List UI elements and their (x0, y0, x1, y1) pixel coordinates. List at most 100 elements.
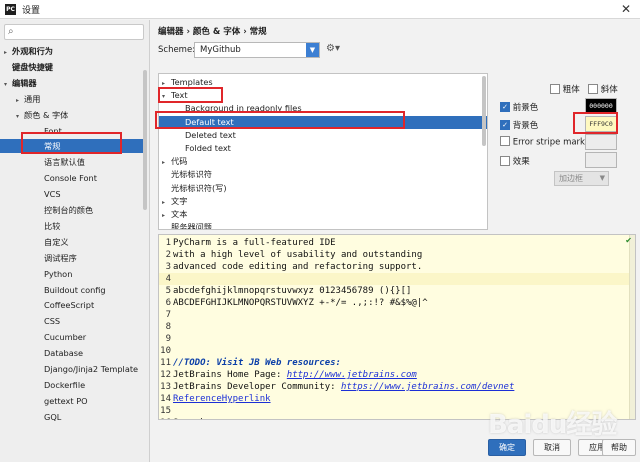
foreground-color-swatch[interactable]: 000000 (585, 98, 617, 114)
sidebar-item[interactable]: Buildout config (0, 283, 146, 297)
code-text: Search: (173, 418, 211, 419)
option-item[interactable]: Background in readonly files (159, 102, 487, 115)
sidebar-item[interactable]: 键盘快捷键 (0, 60, 146, 74)
option-item[interactable]: 光标标识符(写) (159, 182, 487, 195)
hyperlink[interactable]: http://www.jetbrains.com (287, 370, 417, 380)
option-item[interactable]: Default text (159, 115, 487, 129)
effect-type-dropdown[interactable]: 加边框 ▼ (554, 171, 609, 186)
sidebar-item[interactable]: Dockerfile (0, 378, 146, 392)
title-bar: PC 设置 ✕ (0, 0, 640, 19)
sidebar-item[interactable]: gettext PO (0, 394, 146, 408)
hyperlink[interactable]: ReferenceHyperlink (173, 394, 271, 404)
pycharm-app-icon: PC (5, 3, 16, 15)
option-item[interactable]: Deleted text (159, 129, 487, 142)
scheme-dropdown[interactable]: MyGithub ▼ (194, 42, 320, 58)
code-text: //TODO: Visit JB Web resources: (173, 358, 341, 368)
option-item[interactable]: ▸ Templates (159, 76, 487, 89)
background-color-swatch[interactable]: FFF9C0 (585, 116, 617, 132)
ok-button[interactable]: 确定 (488, 439, 526, 456)
error-stripe-option[interactable]: Error stripe mark (500, 136, 585, 148)
attribute-properties: 粗体 斜体 ✓ 前景色 000000 ✓ 背景色 FFF9C0 Error st… (492, 73, 638, 230)
sidebar-item[interactable]: ▾ 编辑器 (0, 76, 146, 90)
expand-arrow-icon[interactable]: ▸ (159, 196, 171, 209)
option-item[interactable]: ▸ 代码 (159, 155, 487, 168)
code-preview-editor[interactable]: 1 PyCharm is a full-featured IDE 2 with a h… (158, 234, 636, 420)
sidebar-item[interactable]: VCS (0, 187, 146, 201)
sidebar-item-label: Font (44, 125, 62, 136)
sidebar-item[interactable]: Cucumber (0, 330, 146, 344)
bold-checkbox[interactable]: 粗体 (550, 83, 580, 95)
option-item[interactable]: ▸ 文字 (159, 195, 487, 208)
sidebar-item-label: gettext PO (44, 395, 88, 406)
sidebar-item[interactable]: CSS (0, 314, 146, 328)
sidebar-item-label: 调试程序 (44, 252, 77, 263)
code-text: JetBrains Developer Community: (173, 382, 341, 392)
chevron-down-icon[interactable]: ▼ (306, 43, 319, 57)
sidebar-item[interactable]: GQL (0, 410, 146, 424)
sidebar-item[interactable]: Font (0, 124, 146, 138)
sidebar-item[interactable]: ▸ 外观和行为 (0, 44, 146, 58)
sidebar-item[interactable]: Django/Jinja2 Template (0, 362, 146, 376)
option-item[interactable]: ▾ Text (159, 89, 487, 102)
expand-arrow-icon[interactable]: ▾ (159, 90, 171, 103)
sidebar-item[interactable]: ▾ 颜色 & 字体 (0, 108, 146, 122)
line-number: 8 (165, 322, 171, 332)
expand-arrow-icon[interactable]: ▸ (159, 77, 171, 90)
foreground-label: 前景色 (512, 103, 539, 113)
sidebar-item-label: 控制台的颜色 (44, 205, 94, 215)
option-item[interactable]: 服务器问题 (159, 221, 487, 229)
sidebar-item[interactable]: Python (0, 267, 146, 281)
sidebar-item-label: 外观和行为 (12, 46, 53, 56)
sidebar-item-label: Cucumber (44, 332, 87, 343)
help-button[interactable]: 帮助 (602, 439, 636, 456)
hyperlink[interactable]: https://www.jetbrains.com/devnet (341, 382, 514, 392)
option-item[interactable]: ▸ 文本 (159, 208, 487, 221)
sidebar-item-label: 编辑器 (12, 77, 37, 88)
close-icon[interactable]: ✕ (621, 2, 631, 16)
sidebar-item[interactable]: ▸ 通用 (0, 92, 146, 106)
code-line: 1 PyCharm is a full-featured IDE (159, 237, 629, 249)
sidebar-item[interactable]: 控制台的颜色 (0, 203, 146, 217)
editor-scrollbar[interactable] (629, 235, 635, 419)
sidebar-item[interactable]: Console Font (0, 171, 146, 185)
italic-label: 斜体 (600, 85, 618, 95)
italic-check-box[interactable] (588, 83, 598, 94)
sidebar-item[interactable]: 比较 (0, 219, 146, 233)
sidebar-item[interactable]: 常规 (0, 139, 146, 154)
effects-option[interactable]: 效果 (500, 155, 530, 167)
foreground-check-box[interactable]: ✓ (500, 101, 510, 112)
expand-arrow-icon[interactable]: ▸ (159, 156, 171, 169)
gear-icon[interactable]: ⚙▾ (326, 43, 340, 54)
italic-checkbox[interactable]: 斜体 (588, 83, 618, 95)
sidebar-item[interactable]: Database (0, 346, 146, 360)
settings-search-input[interactable]: ⌕ (4, 24, 144, 40)
sidebar-item[interactable]: 调试程序 (0, 251, 146, 265)
foreground-option[interactable]: ✓ 前景色 (500, 101, 538, 113)
sidebar-item[interactable]: 语言默认值 (0, 155, 146, 169)
sidebar-item-label: VCS (44, 189, 61, 200)
expand-arrow-icon[interactable]: ▸ (16, 94, 24, 108)
background-option[interactable]: ✓ 背景色 (500, 119, 538, 131)
sidebar-item[interactable]: 自定义 (0, 235, 146, 249)
option-label: 代码 (171, 156, 188, 167)
cancel-button[interactable]: 取消 (533, 439, 571, 456)
bold-check-box[interactable] (550, 83, 560, 94)
expand-arrow-icon[interactable]: ▾ (16, 110, 24, 124)
option-item[interactable]: 光标标识符 (159, 168, 487, 181)
code-text: abcdefghijklmnopqrstuvwxyz 0123456789 ()… (173, 286, 412, 296)
error-stripe-check-box[interactable] (500, 136, 510, 146)
effects-check-box[interactable] (500, 155, 510, 166)
option-item[interactable]: Folded text (159, 142, 487, 155)
error-stripe-swatch[interactable] (585, 134, 617, 150)
sidebar-scrollbar[interactable] (143, 70, 147, 210)
sidebar-item-label: Buildout config (44, 284, 106, 295)
background-check-box[interactable]: ✓ (500, 119, 510, 130)
expand-arrow-icon[interactable]: ▾ (4, 78, 12, 92)
effects-color-swatch[interactable] (585, 152, 617, 168)
expand-arrow-icon[interactable]: ▸ (159, 209, 171, 222)
sidebar-item[interactable]: CoffeeScript (0, 298, 146, 312)
line-number: 11 (160, 358, 171, 368)
sidebar-item-label: GQL (44, 411, 62, 422)
options-scrollbar[interactable] (482, 76, 486, 146)
expand-arrow-icon[interactable]: ▸ (4, 46, 12, 60)
